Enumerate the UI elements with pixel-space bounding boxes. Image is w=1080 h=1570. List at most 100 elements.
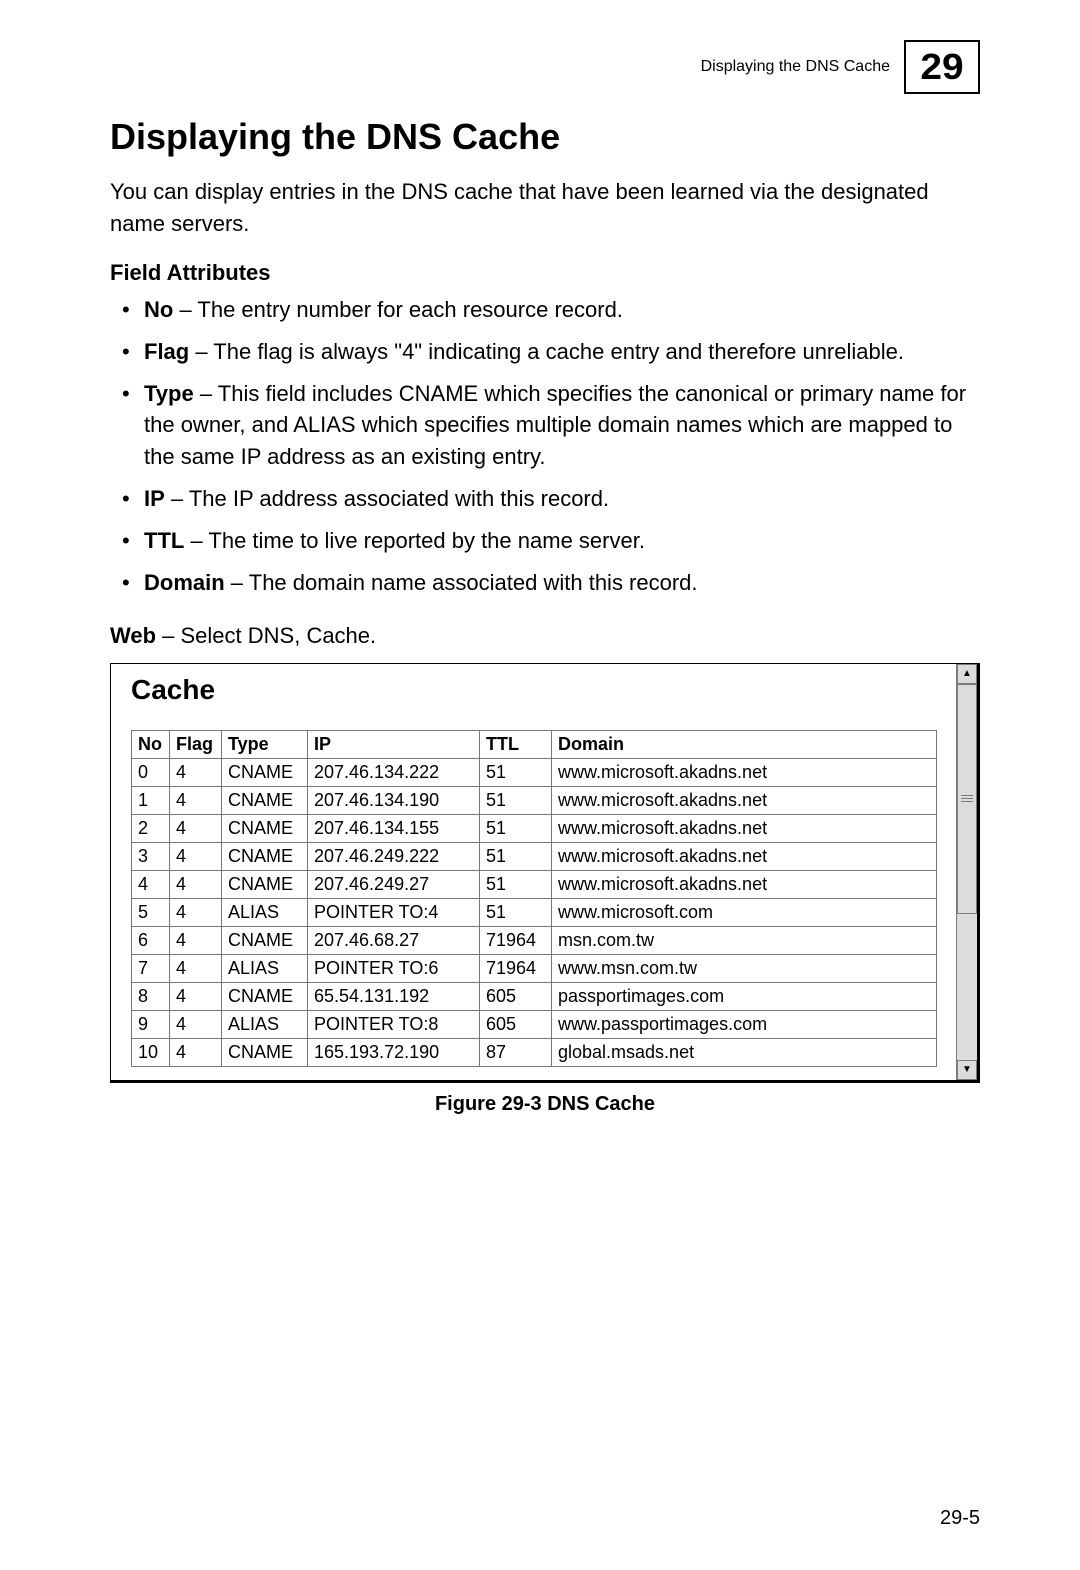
cell-ttl: 51	[480, 870, 552, 898]
cell-no: 3	[132, 842, 170, 870]
column-header: TTL	[480, 730, 552, 758]
running-header: Displaying the DNS Cache 29	[110, 40, 980, 94]
cell-ip: POINTER TO:6	[308, 954, 480, 982]
attribute-description: – The IP address associated with this re…	[165, 486, 609, 511]
list-item: Flag – The flag is always "4" indicating…	[144, 336, 980, 368]
attribute-name: Flag	[144, 339, 189, 364]
list-item: No – The entry number for each resource …	[144, 294, 980, 326]
cell-ip: POINTER TO:8	[308, 1010, 480, 1038]
table-row: 44CNAME207.46.249.2751www.microsoft.akad…	[132, 870, 937, 898]
scrollbar[interactable]: ▲ ▼	[956, 664, 977, 1080]
field-attributes-heading: Field Attributes	[110, 260, 980, 286]
cell-type: CNAME	[222, 786, 308, 814]
cell-ttl: 87	[480, 1038, 552, 1066]
running-header-title: Displaying the DNS Cache	[701, 58, 890, 76]
cell-ip: POINTER TO:4	[308, 898, 480, 926]
cell-ip: 65.54.131.192	[308, 982, 480, 1010]
attribute-description: – The entry number for each resource rec…	[173, 297, 623, 322]
table-row: 64CNAME207.46.68.2771964msn.com.tw	[132, 926, 937, 954]
cell-domain: passportimages.com	[552, 982, 937, 1010]
dns-cache-table: NoFlagTypeIPTTLDomain 04CNAME207.46.134.…	[131, 730, 937, 1067]
field-attributes-list: No – The entry number for each resource …	[110, 294, 980, 599]
column-header: No	[132, 730, 170, 758]
cell-type: CNAME	[222, 1038, 308, 1066]
cell-ttl: 51	[480, 842, 552, 870]
chevron-up-icon: ▲	[962, 669, 972, 679]
cell-flag: 4	[170, 842, 222, 870]
cell-ip: 207.46.134.155	[308, 814, 480, 842]
cell-domain: www.msn.com.tw	[552, 954, 937, 982]
cell-domain: www.microsoft.akadns.net	[552, 870, 937, 898]
table-row: 74ALIASPOINTER TO:671964www.msn.com.tw	[132, 954, 937, 982]
panel-title: Cache	[131, 674, 937, 706]
cell-ttl: 51	[480, 786, 552, 814]
page-title: Displaying the DNS Cache	[110, 116, 980, 158]
scroll-down-button[interactable]: ▼	[957, 1060, 977, 1080]
cell-no: 1	[132, 786, 170, 814]
attribute-description: – The domain name associated with this r…	[225, 570, 698, 595]
cell-no: 8	[132, 982, 170, 1010]
cell-no: 6	[132, 926, 170, 954]
cell-ip: 207.46.249.27	[308, 870, 480, 898]
cell-ttl: 51	[480, 898, 552, 926]
cell-flag: 4	[170, 758, 222, 786]
column-header: Flag	[170, 730, 222, 758]
cell-ttl: 71964	[480, 954, 552, 982]
list-item: IP – The IP address associated with this…	[144, 483, 980, 515]
list-item: Type – This field includes CNAME which s…	[144, 378, 980, 474]
cell-flag: 4	[170, 814, 222, 842]
table-row: 54ALIASPOINTER TO:451www.microsoft.com	[132, 898, 937, 926]
table-row: 04CNAME207.46.134.22251www.microsoft.aka…	[132, 758, 937, 786]
cell-flag: 4	[170, 870, 222, 898]
table-row: 24CNAME207.46.134.15551www.microsoft.aka…	[132, 814, 937, 842]
cell-ip: 207.46.134.190	[308, 786, 480, 814]
cell-ttl: 605	[480, 982, 552, 1010]
list-item: Domain – The domain name associated with…	[144, 567, 980, 599]
scroll-thumb[interactable]	[957, 684, 977, 914]
cell-ttl: 605	[480, 1010, 552, 1038]
cell-domain: www.passportimages.com	[552, 1010, 937, 1038]
cell-no: 0	[132, 758, 170, 786]
cell-type: CNAME	[222, 926, 308, 954]
cell-no: 10	[132, 1038, 170, 1066]
web-text: – Select DNS, Cache.	[156, 623, 376, 648]
cell-flag: 4	[170, 926, 222, 954]
intro-paragraph: You can display entries in the DNS cache…	[110, 176, 980, 240]
table-row: 104CNAME165.193.72.19087global.msads.net	[132, 1038, 937, 1066]
page-number: 29-5	[940, 1507, 980, 1530]
table-row: 94ALIASPOINTER TO:8605www.passportimages…	[132, 1010, 937, 1038]
web-navigation-line: Web – Select DNS, Cache.	[110, 623, 980, 649]
cell-no: 7	[132, 954, 170, 982]
cell-flag: 4	[170, 786, 222, 814]
cell-ip: 207.46.68.27	[308, 926, 480, 954]
cell-type: CNAME	[222, 814, 308, 842]
cell-type: CNAME	[222, 842, 308, 870]
attribute-description: – The time to live reported by the name …	[184, 528, 645, 553]
cell-flag: 4	[170, 898, 222, 926]
cell-type: CNAME	[222, 758, 308, 786]
attribute-name: TTL	[144, 528, 184, 553]
attribute-name: Type	[144, 381, 194, 406]
cell-domain: www.microsoft.akadns.net	[552, 786, 937, 814]
attribute-name: Domain	[144, 570, 225, 595]
attribute-description: – The flag is always "4" indicating a ca…	[189, 339, 904, 364]
cell-domain: www.microsoft.akadns.net	[552, 814, 937, 842]
dns-cache-panel: Cache NoFlagTypeIPTTLDomain 04CNAME207.4…	[110, 663, 980, 1083]
table-row: 14CNAME207.46.134.19051www.microsoft.aka…	[132, 786, 937, 814]
cell-flag: 4	[170, 954, 222, 982]
cell-domain: www.microsoft.akadns.net	[552, 758, 937, 786]
cell-ttl: 51	[480, 758, 552, 786]
cell-flag: 4	[170, 1038, 222, 1066]
column-header: IP	[308, 730, 480, 758]
cell-flag: 4	[170, 982, 222, 1010]
scroll-up-button[interactable]: ▲	[957, 664, 977, 684]
cell-ip: 207.46.134.222	[308, 758, 480, 786]
cell-domain: msn.com.tw	[552, 926, 937, 954]
cell-type: ALIAS	[222, 898, 308, 926]
cell-type: CNAME	[222, 870, 308, 898]
attribute-name: No	[144, 297, 173, 322]
cell-ttl: 51	[480, 814, 552, 842]
cell-no: 9	[132, 1010, 170, 1038]
table-row: 84CNAME65.54.131.192605passportimages.co…	[132, 982, 937, 1010]
list-item: TTL – The time to live reported by the n…	[144, 525, 980, 557]
